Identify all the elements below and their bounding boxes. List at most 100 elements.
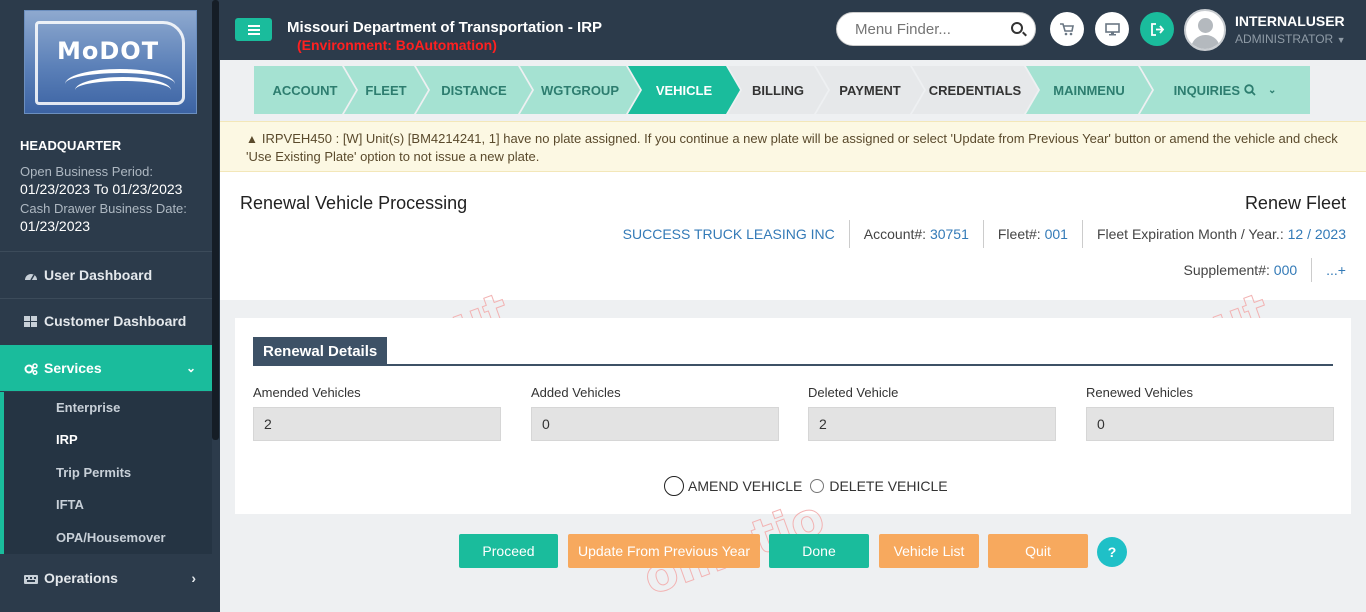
step-account[interactable]: ACCOUNT: [254, 66, 356, 114]
user-role[interactable]: ADMINISTRATOR ▼: [1235, 32, 1346, 46]
sidebar-scrollbar[interactable]: [212, 0, 219, 440]
avatar-head: [1198, 18, 1213, 33]
step-payment[interactable]: PAYMENT: [816, 66, 924, 114]
section-title: Renewal Details: [253, 337, 388, 365]
help-button[interactable]: ?: [1097, 537, 1127, 567]
proceed-button[interactable]: Proceed: [459, 534, 558, 568]
step-inquiries-label: INQUIRIES: [1173, 82, 1241, 98]
amend-vehicle-radio[interactable]: [664, 476, 684, 496]
step-distance[interactable]: DISTANCE: [416, 66, 532, 114]
account-value: 30751: [929, 226, 969, 242]
supplement-label: Supplement#:: [1183, 262, 1270, 278]
sidebar-item-customer-dashboard[interactable]: Customer Dashboard: [0, 298, 212, 344]
more-info-link[interactable]: ...+: [1312, 258, 1346, 282]
desktop-button[interactable]: [1095, 12, 1129, 46]
section-divider: [253, 364, 1333, 366]
fleet-number: Fleet#: 001: [984, 220, 1083, 248]
fleet-expiration: Fleet Expiration Month / Year.: 12 / 202…: [1083, 220, 1346, 248]
user-name[interactable]: INTERNALUSER: [1235, 13, 1345, 29]
delete-vehicle-radio[interactable]: [810, 479, 825, 493]
menu-toggle-button[interactable]: [235, 18, 272, 41]
logo-swoosh: [75, 77, 171, 103]
chevron-down-icon: ⌄: [1268, 84, 1277, 96]
vehicle-list-button[interactable]: Vehicle List: [879, 534, 979, 568]
submenu-item-trip-permits[interactable]: Trip Permits: [56, 465, 131, 480]
more-info-text[interactable]: ...+: [1326, 262, 1346, 278]
step-vehicle[interactable]: VEHICLE: [628, 66, 740, 114]
chevron-down-icon: ⌄: [185, 361, 196, 375]
sidebar-item-services[interactable]: Services ⌄: [0, 345, 212, 391]
logout-button[interactable]: [1140, 12, 1174, 46]
menu-finder[interactable]: [836, 12, 1036, 46]
transaction-title: Renew Fleet: [1244, 193, 1346, 213]
page-header: Renewal Vehicle Processing Renew Fleet S…: [220, 172, 1366, 300]
delete-vehicle-option[interactable]: DELETE VEHICLE: [810, 478, 948, 494]
submenu-item-opa-housemover[interactable]: OPA/Housemover: [56, 530, 166, 545]
renewed-vehicles-field: 0: [1086, 407, 1334, 441]
grid-icon: [24, 315, 38, 327]
user-role-text: ADMINISTRATOR: [1235, 32, 1334, 46]
added-vehicles-label: Added Vehicles: [531, 385, 621, 400]
amend-vehicle-option[interactable]: AMEND VEHICLE: [664, 476, 802, 496]
quit-button[interactable]: Quit: [988, 534, 1088, 568]
supplement-value: 000: [1273, 262, 1298, 278]
step-fleet[interactable]: FLEET: [344, 66, 428, 114]
done-button[interactable]: Done: [769, 534, 869, 568]
sidebar-item-label: Services: [44, 360, 102, 376]
hamburger-line: [247, 32, 260, 35]
avatar-body: [1191, 35, 1220, 49]
environment-label: (Environment: BoAutomation): [297, 37, 497, 53]
cart-button[interactable]: [1050, 12, 1084, 46]
sidebar-item-label: Customer Dashboard: [44, 313, 187, 329]
sidebar-item-operations[interactable]: Operations ›: [0, 555, 212, 601]
amend-vehicle-label[interactable]: AMEND VEHICLE: [688, 478, 802, 494]
help-icon: ?: [1107, 544, 1117, 560]
open-period-label: Open Business Period:: [20, 164, 153, 179]
chevron-right-icon: ›: [191, 570, 196, 586]
sidebar-item-label: Operations: [44, 570, 118, 586]
caret-down-icon: ▼: [1336, 35, 1346, 45]
fleet-label: Fleet#:: [997, 226, 1041, 242]
modot-logo[interactable]: MoDOT: [24, 10, 197, 114]
vehicle-action-radios: AMEND VEHICLE DELETE VEHICLE: [664, 476, 956, 496]
step-wgtgroup[interactable]: WGTGROUP: [520, 66, 640, 114]
open-period-value: 01/23/2023 To 01/23/2023: [20, 181, 183, 197]
menu-finder-input[interactable]: [855, 21, 1005, 38]
keyboard-icon: [24, 572, 38, 584]
step-inquiries[interactable]: INQUIRIES ⌄: [1140, 66, 1310, 114]
company-name[interactable]: SUCCESS TRUCK LEASING INC: [609, 220, 850, 248]
renewal-details-panel: Renewal Details Amended Vehicles 2 Added…: [235, 318, 1351, 514]
dashboard-icon: [24, 269, 38, 281]
company-name-link[interactable]: SUCCESS TRUCK LEASING INC: [623, 226, 835, 242]
submenu-item-enterprise[interactable]: Enterprise: [56, 400, 120, 415]
delete-vehicle-label[interactable]: DELETE VEHICLE: [829, 478, 947, 494]
services-submenu: Enterprise IRP Trip Permits IFTA OPA/Hou…: [0, 392, 212, 554]
search-icon: [1244, 84, 1256, 96]
warning-icon: ▲: [246, 132, 258, 146]
renewed-vehicles-label: Renewed Vehicles: [1086, 385, 1193, 400]
hamburger-line: [247, 28, 260, 31]
cart-icon: [1060, 22, 1074, 35]
step-billing[interactable]: BILLING: [728, 66, 828, 114]
renewed-vehicles-value: 0: [1097, 416, 1105, 432]
amended-vehicles-label: Amended Vehicles: [253, 385, 361, 400]
added-vehicles-field: 0: [531, 407, 779, 441]
sidebar-item-label: User Dashboard: [44, 267, 153, 283]
page-title: Renewal Vehicle Processing: [240, 193, 468, 213]
sidebar-item-user-dashboard[interactable]: User Dashboard: [0, 252, 212, 298]
account-number: Account#: 30751: [850, 220, 984, 248]
logo-text: MoDOT: [57, 37, 160, 65]
expiration-value: 12 / 2023: [1287, 226, 1346, 242]
step-mainmenu[interactable]: MAINMENU: [1026, 66, 1152, 114]
submenu-item-ifta[interactable]: IFTA: [56, 497, 84, 512]
step-credentials[interactable]: CREDENTIALS: [912, 66, 1038, 114]
supplement-number: Supplement#: 000: [1169, 258, 1313, 282]
search-icon[interactable]: [1011, 22, 1023, 34]
added-vehicles-value: 0: [542, 416, 550, 432]
deleted-vehicle-field: 2: [808, 407, 1056, 441]
cogs-icon: [24, 362, 38, 376]
submenu-item-irp[interactable]: IRP: [56, 432, 78, 447]
cash-drawer-label: Cash Drawer Business Date:: [20, 201, 187, 216]
avatar[interactable]: [1184, 9, 1226, 51]
update-from-previous-year-button[interactable]: Update From Previous Year: [568, 534, 760, 568]
